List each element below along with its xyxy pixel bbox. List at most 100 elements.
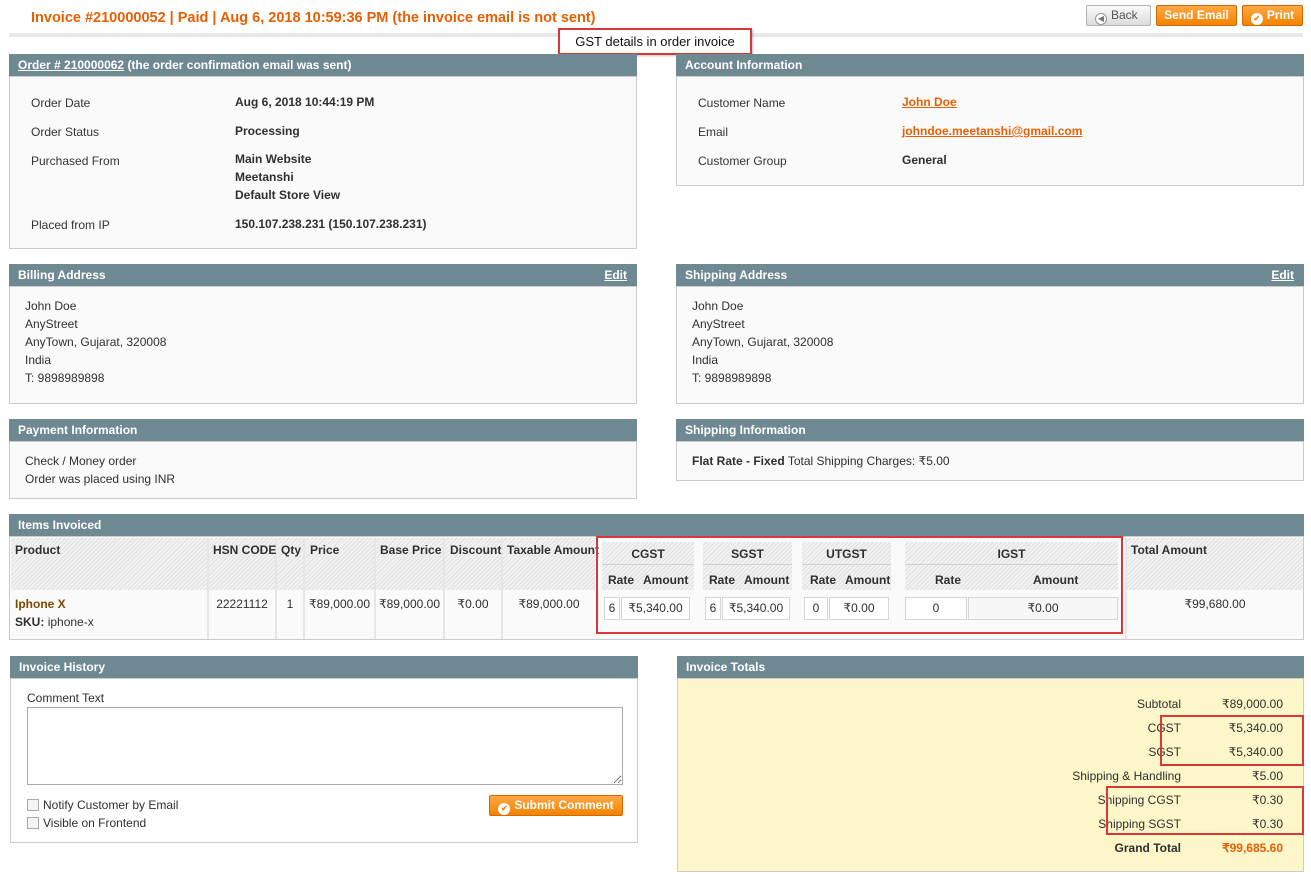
row-discount: ₹0.00	[457, 597, 489, 611]
product-name: Iphone X	[15, 597, 66, 611]
shipping-line: AnyTown, Gujarat, 320008	[692, 335, 834, 349]
billing-header-title: Billing Address	[18, 268, 106, 282]
page-title: Invoice #210000052 | Paid | Aug 6, 2018 …	[31, 10, 596, 26]
visible-label: Visible on Frontend	[43, 816, 147, 830]
shipping-header: Shipping Address Edit	[676, 264, 1304, 286]
shipping-info-panel: Flat Rate - Fixed Total Shipping Charges…	[676, 441, 1304, 481]
order-status-label: Order Status	[31, 125, 100, 139]
back-arrow-icon: ◀	[1095, 13, 1107, 25]
totals-subtotal-row: Subtotal ₹89,000.00	[883, 692, 1283, 716]
order-header: Order # 210000062 (the order confirmatio…	[9, 54, 637, 76]
notify-label: Notify Customer by Email	[43, 798, 179, 812]
totals-grand-row: Grand Total ₹99,685.60	[883, 836, 1283, 860]
row-taxable: ₹89,000.00	[518, 597, 580, 611]
col-taxable: Taxable Amount	[507, 543, 600, 557]
row-base-price: ₹89,000.00	[378, 597, 441, 611]
purchased-from-label: Purchased From	[31, 154, 120, 168]
print-button-label: Print	[1266, 8, 1295, 22]
order-status: Processing	[235, 124, 300, 138]
col-product: Product	[15, 543, 61, 557]
order-panel: Order Date Aug 6, 2018 10:44:19 PM Order…	[9, 76, 637, 249]
back-button-label: Back	[1111, 8, 1138, 22]
shipping-handling-value: ₹5.00	[1252, 769, 1283, 783]
gst-callout: GST details in order invoice	[558, 28, 752, 55]
shipping-method: Flat Rate - Fixed	[692, 454, 785, 468]
comment-textarea[interactable]	[27, 707, 623, 785]
customer-email-link[interactable]: johndoe.meetanshi@gmail.com	[902, 124, 1082, 138]
print-check-icon: ✔	[1250, 13, 1263, 25]
placed-ip-label: Placed from IP	[31, 218, 110, 232]
visible-checkbox-row[interactable]: Visible on Frontend	[27, 816, 146, 830]
history-panel: Comment Text Notify Customer by Email Vi…	[10, 678, 638, 843]
account-header: Account Information	[676, 54, 1304, 76]
visible-checkbox[interactable]	[27, 817, 39, 829]
payment-header: Payment Information	[9, 419, 637, 441]
purchased-view: Default Store View	[235, 188, 341, 202]
order-link[interactable]: Order # 210000062	[18, 58, 124, 72]
shipping-edit-link[interactable]: Edit	[1271, 264, 1294, 286]
col-price: Price	[310, 543, 340, 557]
gst-totals-highlight	[1160, 715, 1304, 766]
items-header: Items Invoiced	[9, 514, 1304, 536]
billing-line: T: 9898989898	[25, 371, 105, 385]
comment-label: Comment Text	[27, 691, 105, 705]
shipping-line: AnyStreet	[692, 317, 745, 331]
row-price: ₹89,000.00	[308, 597, 371, 611]
shipping-charges: Total Shipping Charges: ₹5.00	[787, 454, 950, 468]
order-date-label: Order Date	[31, 96, 91, 110]
billing-line: India	[25, 353, 52, 367]
print-button[interactable]: ✔ Print	[1242, 5, 1303, 26]
send-email-button[interactable]: Send Email	[1156, 5, 1237, 26]
table-row: Iphone X	[15, 597, 66, 611]
purchased-website: Main Website	[235, 152, 312, 166]
email-label: Email	[698, 125, 729, 139]
customer-name-link[interactable]: John Doe	[902, 95, 957, 109]
billing-line: John Doe	[25, 299, 77, 313]
subtotal-label: Subtotal	[1136, 697, 1181, 711]
shipping-info-header: Shipping Information	[676, 419, 1304, 441]
purchased-from: Main Website Meetanshi Default Store Vie…	[235, 150, 340, 204]
gst-columns-highlight	[596, 536, 1123, 634]
row-qty: 1	[286, 597, 294, 611]
shipping-line: John Doe	[692, 299, 744, 313]
account-panel: Customer Name John Doe Email johndoe.mee…	[676, 76, 1304, 186]
notify-checkbox[interactable]	[27, 799, 39, 811]
submit-comment-button[interactable]: ✔ Submit Comment	[489, 795, 623, 816]
sku-label: SKU:	[15, 615, 45, 629]
order-date: Aug 6, 2018 10:44:19 PM	[235, 95, 375, 109]
shipping-header-title: Shipping Address	[685, 268, 788, 282]
billing-line: AnyTown, Gujarat, 320008	[25, 335, 167, 349]
customer-group-label: Customer Group	[698, 154, 787, 168]
grand-total-label: Grand Total	[1114, 841, 1181, 855]
history-header: Invoice History	[10, 656, 638, 678]
customer-group: General	[902, 153, 947, 167]
billing-header: Billing Address Edit	[9, 264, 637, 286]
col-base-price: Base Price	[380, 543, 442, 557]
grand-total-value: ₹99,685.60	[1221, 841, 1283, 855]
notify-checkbox-row[interactable]: Notify Customer by Email	[27, 798, 178, 812]
row-hsn: 22221112	[216, 597, 268, 611]
row-total: ₹99,680.00	[1184, 597, 1246, 611]
placed-ip: 150.107.238.231 (150.107.238.231)	[235, 217, 427, 231]
shipping-handling-label: Shipping & Handling	[1072, 769, 1181, 783]
billing-edit-link[interactable]: Edit	[604, 264, 627, 286]
payment-method: Check / Money order	[25, 454, 137, 468]
submit-comment-label: Submit Comment	[514, 798, 614, 812]
shipping-address: John Doe AnyStreet AnyTown, Gujarat, 320…	[676, 286, 1304, 404]
submit-check-icon: ✔	[498, 803, 511, 815]
shipping-line: T: 9898989898	[692, 371, 772, 385]
billing-address: John Doe AnyStreet AnyTown, Gujarat, 320…	[9, 286, 637, 404]
customer-name-label: Customer Name	[698, 96, 786, 110]
totals-header: Invoice Totals	[677, 656, 1304, 678]
col-qty: Qty	[281, 543, 302, 557]
totals-panel: Subtotal ₹89,000.00 CGST ₹5,340.00 SGST …	[677, 678, 1304, 872]
order-header-note: (the order confirmation email was sent)	[127, 58, 352, 72]
subtotal-value: ₹89,000.00	[1221, 697, 1283, 711]
payment-panel: Check / Money order Order was placed usi…	[9, 441, 637, 499]
purchased-store: Meetanshi	[235, 170, 294, 184]
back-button[interactable]: ◀ Back	[1086, 5, 1151, 26]
shipping-line: India	[692, 353, 719, 367]
col-total: Total Amount	[1131, 543, 1207, 557]
shipping-gst-highlight	[1106, 786, 1304, 835]
payment-currency-note: Order was placed using INR	[25, 472, 176, 486]
